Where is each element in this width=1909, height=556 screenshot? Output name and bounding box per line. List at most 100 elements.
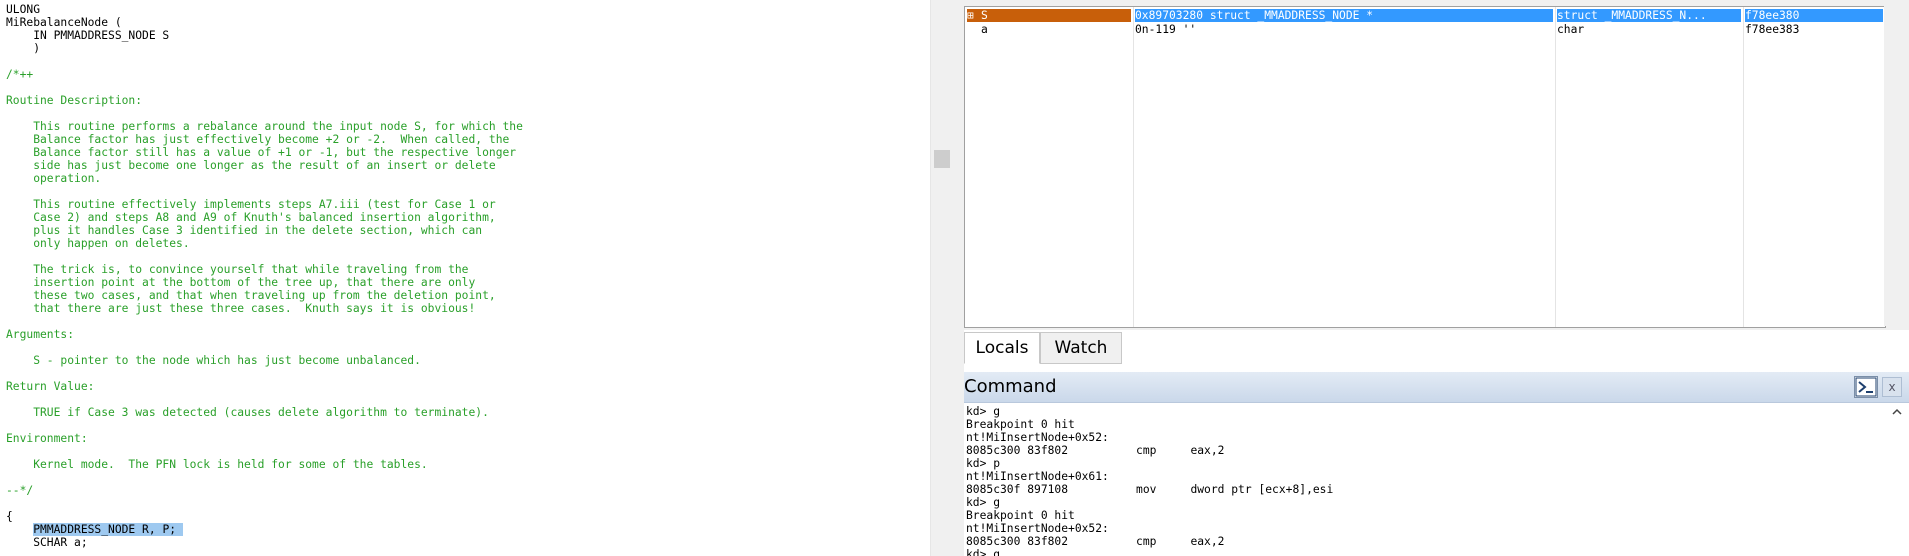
source-line[interactable]: Environment: — [6, 432, 523, 445]
locals-location-text: f78ee383 — [1745, 23, 1800, 36]
source-line[interactable]: insertion point at the bottom of the tre… — [6, 276, 523, 289]
source-line[interactable]: Routine Description: — [6, 94, 523, 107]
command-output-line: nt!MiInsertNode+0x61: — [966, 470, 1109, 483]
command-output-line: Breakpoint 0 hit — [966, 418, 1075, 431]
locals-cell-value: 0n-119 '' — [1135, 23, 1553, 36]
source-line-text: --*/ — [6, 484, 34, 497]
chevron-up-icon[interactable] — [1891, 406, 1903, 418]
source-line[interactable] — [6, 250, 523, 263]
source-line-text: side has just become one longer as the r… — [6, 159, 496, 172]
source-line[interactable] — [6, 55, 523, 68]
source-line[interactable]: { — [6, 510, 523, 523]
splitter[interactable] — [952, 0, 964, 556]
locals-cell-location: f78ee380 — [1745, 9, 1883, 22]
expand-icon[interactable]: ⊞ — [967, 9, 981, 22]
source-line-text: /*++ — [6, 68, 34, 81]
source-line[interactable] — [6, 107, 523, 120]
source-line[interactable]: Return Value: — [6, 380, 523, 393]
command-output[interactable]: kd> g Breakpoint 0 hit nt!MiInsertNode+0x5… — [966, 405, 1876, 556]
source-line-text: TRUE if Case 3 was detected (causes dele… — [6, 406, 489, 419]
command-output-line: nt!MiInsertNode+0x52: — [966, 431, 1109, 444]
source-line-text: ) — [6, 42, 41, 55]
source-line[interactable] — [6, 185, 523, 198]
command-output-line: kd> g — [966, 548, 1001, 556]
source-line[interactable]: Arguments: — [6, 328, 523, 341]
source-line[interactable] — [6, 367, 523, 380]
locals-grid[interactable]: ⊞ S 0x89703280 struct _MMADDRESS_NODE * str… — [964, 6, 1886, 328]
tab-watch[interactable]: Watch — [1040, 332, 1122, 364]
source-line-text: Case 2) and steps A8 and A9 of Knuth's b… — [6, 211, 496, 224]
source-line-text: operation. — [6, 172, 102, 185]
source-line[interactable] — [6, 471, 523, 484]
source-line[interactable]: Case 2) and steps A8 and A9 of Knuth's b… — [6, 211, 523, 224]
locals-scrollbar[interactable] — [1884, 6, 1909, 326]
source-line[interactable]: TRUE if Case 3 was detected (causes dele… — [6, 406, 523, 419]
command-header: Command x — [964, 372, 1909, 403]
source-line[interactable]: Balance factor has just effectively beco… — [6, 133, 523, 146]
source-line[interactable]: Balance factor still has a value of +1 o… — [6, 146, 523, 159]
source-line[interactable]: plus it handles Case 3 identified in the… — [6, 224, 523, 237]
source-line[interactable] — [6, 419, 523, 432]
source-scrollbar-thumb[interactable] — [934, 150, 950, 168]
source-line[interactable]: these two cases, and that when traveling… — [6, 289, 523, 302]
source-line[interactable]: that there are just these three cases. K… — [6, 302, 523, 315]
source-line-text: Return Value: — [6, 380, 95, 393]
command-output-line: 8085c300 83f802 cmp eax,2 — [966, 444, 1225, 457]
source-code[interactable]: ULONG MiRebalanceNode ( IN PMMADDRESS_NOD… — [6, 3, 523, 549]
source-line[interactable] — [6, 393, 523, 406]
source-line[interactable] — [6, 497, 523, 510]
source-line[interactable]: SCHAR a; — [6, 536, 523, 549]
source-line[interactable]: This routine performs a rebalance around… — [6, 120, 523, 133]
source-line[interactable]: Kernel mode. The PFN lock is held for so… — [6, 458, 523, 471]
tab-locals[interactable]: Locals — [964, 332, 1040, 364]
command-output-line: kd> p — [966, 457, 1001, 470]
command-window: Command x kd> g Breakpoint 0 hit nt!MiInse… — [964, 372, 1909, 556]
source-line[interactable]: IN PMMADDRESS_NODE S — [6, 29, 523, 42]
source-line-text: This routine effectively implements step… — [6, 198, 496, 211]
source-line[interactable]: The trick is, to convince yourself that … — [6, 263, 523, 276]
source-line[interactable] — [6, 81, 523, 94]
selected-text: PMMADDRESS_NODE R, P; — [33, 523, 183, 536]
locals-row[interactable]: ⊞ S 0x89703280 struct _MMADDRESS_NODE * str… — [965, 9, 1885, 22]
locals-type-text: char — [1557, 23, 1585, 36]
source-line[interactable]: /*++ — [6, 68, 523, 81]
tab-bar: Locals Watch — [964, 330, 1909, 365]
source-scrollbar[interactable] — [930, 0, 953, 556]
source-line[interactable]: side has just become one longer as the r… — [6, 159, 523, 172]
source-line-text: these two cases, and that when traveling… — [6, 289, 496, 302]
source-line[interactable]: --*/ — [6, 484, 523, 497]
locals-value-text: 0n-119 '' — [1135, 23, 1197, 36]
source-line[interactable] — [6, 445, 523, 458]
grid-lines — [965, 7, 1885, 327]
source-window[interactable]: ULONG MiRebalanceNode ( IN PMMADDRESS_NOD… — [0, 0, 930, 556]
source-line[interactable]: ULONG — [6, 3, 523, 16]
source-line[interactable]: PMMADDRESS_NODE R, P; — [6, 523, 523, 536]
locals-value-text: 0x89703280 struct _MMADDRESS_NODE * — [1135, 9, 1374, 22]
source-line-text: only happen on deletes. — [6, 237, 190, 250]
source-line-text: plus it handles Case 3 identified in the… — [6, 224, 483, 237]
source-line[interactable]: ) — [6, 42, 523, 55]
locals-cell-value: 0x89703280 struct _MMADDRESS_NODE * — [1135, 9, 1553, 22]
source-line[interactable]: MiRebalanceNode ( — [6, 16, 523, 29]
source-line[interactable]: This routine effectively implements step… — [6, 198, 523, 211]
source-line-text: SCHAR a; — [6, 536, 88, 549]
source-line[interactable]: operation. — [6, 172, 523, 185]
source-line-text: Balance factor still has a value of +1 o… — [6, 146, 517, 159]
source-line-text: IN PMMADDRESS_NODE S — [6, 29, 170, 42]
locals-cell-name: ⊞ S — [967, 9, 1131, 22]
source-line[interactable] — [6, 341, 523, 354]
source-line[interactable]: only happen on deletes. — [6, 237, 523, 250]
command-title: Command — [964, 376, 1057, 397]
command-prompt-icon[interactable] — [1854, 376, 1878, 398]
command-scrollbar[interactable] — [1884, 403, 1909, 556]
close-icon[interactable]: x — [1882, 377, 1902, 397]
locals-row[interactable]: a 0n-119 '' char f78ee383 — [965, 23, 1885, 36]
source-line-text: Balance factor has just effectively beco… — [6, 133, 510, 146]
locals-cell-type: struct _MMADDRESS_N... — [1557, 9, 1741, 22]
locals-name-text: a — [981, 23, 988, 36]
source-line[interactable] — [6, 315, 523, 328]
source-line[interactable]: S - pointer to the node which has just b… — [6, 354, 523, 367]
locals-window: ⊞ S 0x89703280 struct _MMADDRESS_NODE * str… — [964, 0, 1909, 364]
source-line-text: S - pointer to the node which has just b… — [6, 354, 421, 367]
source-line-text: MiRebalanceNode ( — [6, 16, 122, 29]
